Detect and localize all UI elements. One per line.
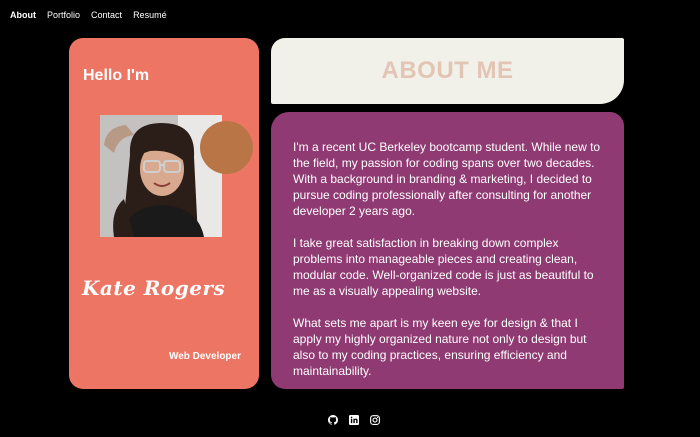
nav-link-portfolio[interactable]: Portfolio <box>47 10 80 20</box>
bio-paragraph: I'm a recent UC Berkeley bootcamp studen… <box>293 140 601 218</box>
profile-name: Kate Rogers <box>82 276 226 300</box>
github-icon[interactable] <box>328 412 338 425</box>
accent-circle <box>200 121 253 174</box>
profile-card: Hello I'm Kate Rogers Web Developer <box>69 38 259 389</box>
main-nav: About Portfolio Contact Resumé <box>10 10 167 20</box>
bio-text: I'm a recent UC Berkeley bootcamp studen… <box>293 139 609 395</box>
about-banner: ABOUT ME <box>271 38 624 104</box>
bio-paragraph: What sets me apart is my keen eye for de… <box>293 316 587 378</box>
social-links <box>328 412 380 425</box>
profile-role: Web Developer <box>168 351 241 362</box>
bio-paragraph: I take great satisfaction in breaking do… <box>293 236 594 298</box>
bio-card: I'm a recent UC Berkeley bootcamp studen… <box>271 112 624 389</box>
greeting-heading: Hello I'm <box>83 67 150 84</box>
nav-link-about[interactable]: About <box>10 10 36 20</box>
about-title: ABOUT ME <box>381 57 514 84</box>
instagram-icon[interactable] <box>370 412 380 425</box>
linkedin-icon[interactable] <box>349 412 359 425</box>
nav-link-contact[interactable]: Contact <box>91 10 122 20</box>
nav-link-resume[interactable]: Resumé <box>133 10 167 20</box>
